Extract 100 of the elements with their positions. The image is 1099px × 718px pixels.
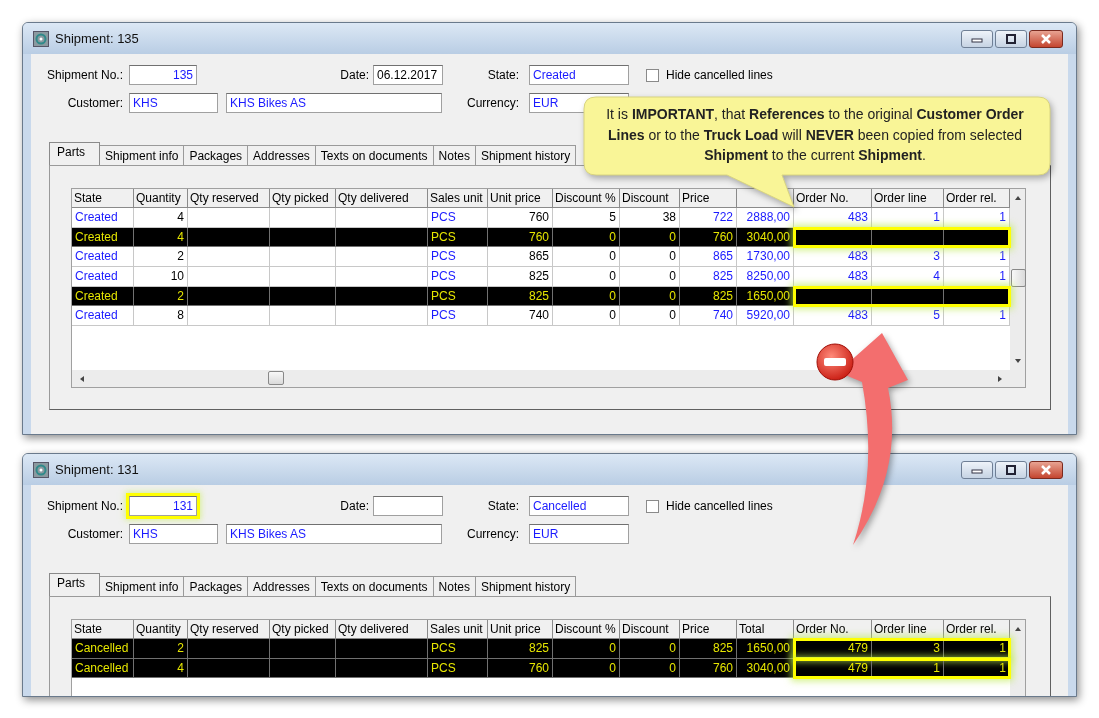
tab[interactable]: Packages bbox=[183, 576, 249, 596]
scroll-up-icon[interactable] bbox=[1013, 625, 1022, 633]
table-cell: 825 bbox=[488, 267, 553, 287]
tab[interactable]: Shipment info bbox=[99, 145, 185, 165]
table-cell: Created bbox=[72, 306, 134, 327]
maximize-button[interactable] bbox=[995, 29, 1027, 48]
table-cell: 3040,00 bbox=[737, 658, 794, 679]
table-cell: 760 bbox=[488, 658, 553, 679]
field-label: State: bbox=[486, 499, 519, 513]
close-button[interactable] bbox=[1029, 460, 1063, 479]
close-button[interactable] bbox=[1029, 29, 1063, 48]
table-cell: Created bbox=[72, 267, 134, 287]
scroll-thumb[interactable] bbox=[1011, 269, 1026, 287]
customer-name-field[interactable]: KHS Bikes AS bbox=[226, 524, 442, 544]
maximize-icon bbox=[1005, 464, 1017, 475]
checkbox[interactable] bbox=[646, 68, 659, 82]
table-row[interactable]: Created 4 PCS 760 5 38 722 2888,00 483 1 1 bbox=[72, 208, 1010, 228]
table-cell: 3 bbox=[872, 639, 944, 659]
minimize-button[interactable] bbox=[961, 29, 993, 48]
shipment-number-field[interactable]: 131 bbox=[129, 496, 197, 516]
table-cell: PCS bbox=[428, 658, 488, 679]
table-cell: 5 bbox=[553, 208, 620, 228]
table-cell: 479 bbox=[794, 639, 872, 659]
field-label: Currency: bbox=[466, 96, 519, 110]
table-row[interactable]: Cancelled 4 PCS 760 0 0 760 3040,00 479 1 1 bbox=[72, 658, 1010, 679]
tab[interactable]: Parts bbox=[49, 573, 100, 596]
column-header[interactable]: Order No. bbox=[794, 620, 872, 639]
table-cell: 1650,00 bbox=[737, 639, 794, 659]
state-field[interactable]: Created bbox=[529, 65, 629, 85]
table-cell: 740 bbox=[488, 306, 553, 327]
tab[interactable]: Packages bbox=[183, 145, 249, 165]
maximize-button[interactable] bbox=[995, 460, 1027, 479]
table-cell: Cancelled bbox=[72, 658, 134, 679]
tab[interactable]: Parts bbox=[49, 142, 100, 165]
table-cell: 5 bbox=[872, 306, 944, 327]
table-cell: 4 bbox=[134, 658, 188, 679]
table-cell: 760 bbox=[680, 658, 737, 679]
table-cell: 0 bbox=[620, 658, 680, 679]
table-cell: 4 bbox=[134, 208, 188, 228]
table-cell: 2 bbox=[134, 639, 188, 659]
table-row[interactable]: Created 2 PCS 825 0 0 825 1650,00 bbox=[72, 286, 1010, 307]
table-cell: 760 bbox=[488, 208, 553, 228]
field-label: State: bbox=[486, 68, 519, 82]
table-cell: 825 bbox=[680, 639, 737, 659]
table-cell: PCS bbox=[428, 639, 488, 659]
table-cell: 8 bbox=[134, 306, 188, 327]
scroll-right-icon[interactable] bbox=[996, 374, 1004, 383]
table-cell: PCS bbox=[428, 208, 488, 228]
app-icon bbox=[33, 461, 49, 478]
horizontal-scrollbar[interactable] bbox=[72, 370, 1010, 387]
table-cell: 4 bbox=[872, 267, 944, 287]
table-row[interactable]: Created 8 PCS 740 0 0 740 5920,00 483 5 1 bbox=[72, 306, 1010, 327]
customer-code-field[interactable]: KHS bbox=[129, 93, 218, 113]
state-field[interactable]: Cancelled bbox=[529, 496, 629, 516]
table-cell: 1 bbox=[944, 658, 1010, 679]
checkbox[interactable] bbox=[646, 499, 659, 513]
field-label: Customer: bbox=[66, 96, 123, 110]
scroll-left-icon[interactable] bbox=[78, 374, 86, 383]
table-cell: 740 bbox=[680, 306, 737, 327]
maximize-icon bbox=[1005, 33, 1017, 44]
table-cell: 1 bbox=[872, 658, 944, 679]
table-cell: 722 bbox=[680, 208, 737, 228]
customer-name-field[interactable]: KHS Bikes AS bbox=[226, 93, 442, 113]
table-row[interactable]: Created 2 PCS 865 0 0 865 1730,00 483 3 1 bbox=[72, 247, 1010, 268]
scroll-up-icon[interactable] bbox=[1013, 194, 1022, 202]
table-cell: 825 bbox=[488, 639, 553, 659]
checkbox-label: Hide cancelled lines bbox=[666, 68, 773, 82]
field-label: Shipment No.: bbox=[45, 499, 123, 513]
table-cell: 825 bbox=[680, 267, 737, 287]
currency-field[interactable]: EUR bbox=[529, 524, 629, 544]
table-cell: 0 bbox=[620, 639, 680, 659]
customer-code-field[interactable]: KHS bbox=[129, 524, 218, 544]
column-header[interactable]: Order line bbox=[872, 620, 944, 639]
vertical-scrollbar[interactable] bbox=[1010, 189, 1025, 387]
table-cell: 0 bbox=[620, 306, 680, 327]
date-field[interactable]: 06.12.2017 bbox=[373, 65, 443, 85]
table-row[interactable]: Created 10 PCS 825 0 0 825 8250,00 483 4 1 bbox=[72, 267, 1010, 287]
table-cell: 483 bbox=[794, 267, 872, 287]
date-field[interactable] bbox=[373, 496, 443, 516]
table-cell: 0 bbox=[553, 267, 620, 287]
field-label: Customer: bbox=[66, 527, 123, 541]
shipment-number-field[interactable]: 135 bbox=[129, 65, 197, 85]
tab[interactable]: Shipment info bbox=[99, 576, 185, 596]
table-row[interactable]: Cancelled 2 PCS 825 0 0 825 1650,00 479 3 1 bbox=[72, 639, 1010, 659]
field-label: Date: bbox=[339, 499, 369, 513]
table-row[interactable]: Created 4 PCS 760 0 0 760 3040,00 bbox=[72, 227, 1010, 248]
table-cell: 0 bbox=[553, 639, 620, 659]
minimize-button[interactable] bbox=[961, 460, 993, 479]
table-cell: 1 bbox=[872, 208, 944, 228]
field-label: Shipment No.: bbox=[45, 68, 123, 82]
table-cell: 1 bbox=[944, 639, 1010, 659]
tab[interactable]: Shipment history bbox=[474, 576, 577, 596]
checkbox-label: Hide cancelled lines bbox=[666, 499, 773, 513]
tab[interactable]: Shipment history bbox=[474, 145, 577, 165]
table-cell: PCS bbox=[428, 306, 488, 327]
scroll-down-icon[interactable] bbox=[1013, 357, 1022, 365]
scroll-thumb[interactable] bbox=[268, 371, 284, 385]
close-icon bbox=[1040, 464, 1052, 475]
field-label: Date: bbox=[339, 68, 369, 82]
table-cell: 38 bbox=[620, 208, 680, 228]
